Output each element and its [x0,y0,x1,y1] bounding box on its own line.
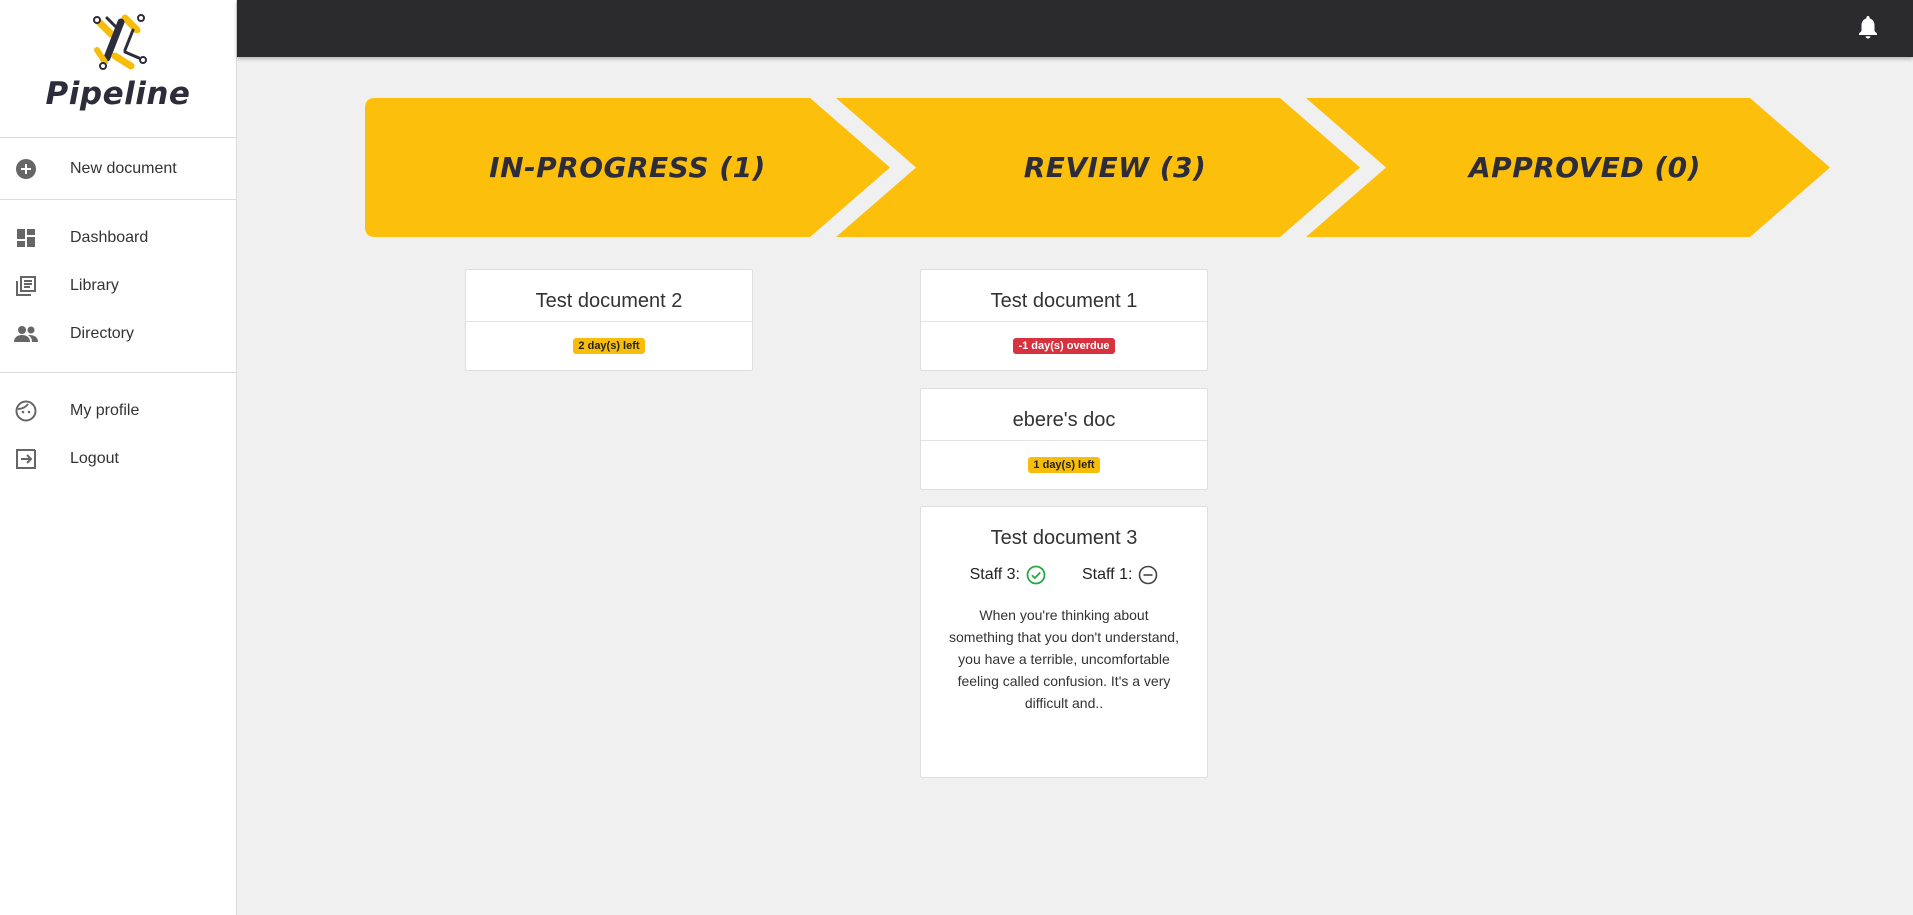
app-name: Pipeline [45,76,191,112]
reviewer-status-pending: Staff 1: [1082,565,1158,585]
logout-icon [14,447,38,471]
top-bar [237,0,1913,57]
sidebar: Pipeline New document Dashboard Library [0,0,237,915]
document-card-test-document-3[interactable]: Test document 3 Staff 3: Staff 1: When y… [920,506,1208,778]
sidebar-nav-group: Dashboard Library Directory [0,200,236,373]
new-document-label: New document [70,160,177,177]
app-logo[interactable]: Pipeline [0,0,236,138]
reviewer-status-row: Staff 3: Staff 1: [921,565,1207,585]
face-icon [14,399,38,423]
deadline-badge: 2 day(s) left [573,338,645,354]
bell-icon[interactable] [1857,15,1879,39]
stage-label-in-progress: IN-PROGRESS (1) [489,151,766,184]
sidebar-account-group: My profile Logout [0,373,236,497]
sidebar-item-library[interactable]: Library [0,262,236,310]
document-excerpt: When you're thinking about something tha… [949,607,1179,711]
sidebar-item-directory[interactable]: Directory [0,310,236,358]
card-title: ebere's doc [921,389,1207,441]
sidebar-item-label: Dashboard [70,229,149,246]
dashboard-icon [14,226,38,250]
deadline-badge: 1 day(s) left [1028,457,1100,473]
reviewer-name: Staff 1: [1082,566,1133,583]
sidebar-item-label: Logout [70,450,119,467]
sidebar-item-my-profile[interactable]: My profile [0,387,236,435]
minus-circle-icon [1139,565,1158,585]
document-card-test-document-2[interactable]: Test document 2 2 day(s) left [465,269,753,371]
check-circle-icon [1026,565,1046,585]
card-title: Test document 1 [921,270,1207,322]
overdue-badge: -1 day(s) overdue [1013,338,1115,354]
sidebar-create-group: New document [0,138,236,200]
sidebar-item-label: My profile [70,402,140,419]
stage-label-review: REVIEW (3) [1023,151,1207,184]
pipeline-stages: IN-PROGRESS (1) REVIEW (3) APPROVED (0) [365,98,1830,237]
library-icon [14,274,38,298]
sidebar-item-dashboard[interactable]: Dashboard [0,214,236,262]
add-circle-icon [14,157,38,181]
reviewer-name: Staff 3: [969,566,1020,583]
card-title: Test document 3 [990,527,1138,549]
new-document-button[interactable]: New document [0,145,236,193]
document-card-eberes-doc[interactable]: ebere's doc 1 day(s) left [920,388,1208,490]
document-card-test-document-1[interactable]: Test document 1 -1 day(s) overdue [920,269,1208,371]
sidebar-item-label: Directory [70,325,135,342]
pipeline-logo-icon [93,14,147,70]
sidebar-item-label: Library [70,277,119,294]
card-title: Test document 2 [466,270,752,322]
logout-button[interactable]: Logout [0,435,236,483]
people-icon [14,322,38,346]
reviewer-status-approved: Staff 3: [970,565,1046,585]
stage-label-approved: APPROVED (0) [1469,151,1701,184]
